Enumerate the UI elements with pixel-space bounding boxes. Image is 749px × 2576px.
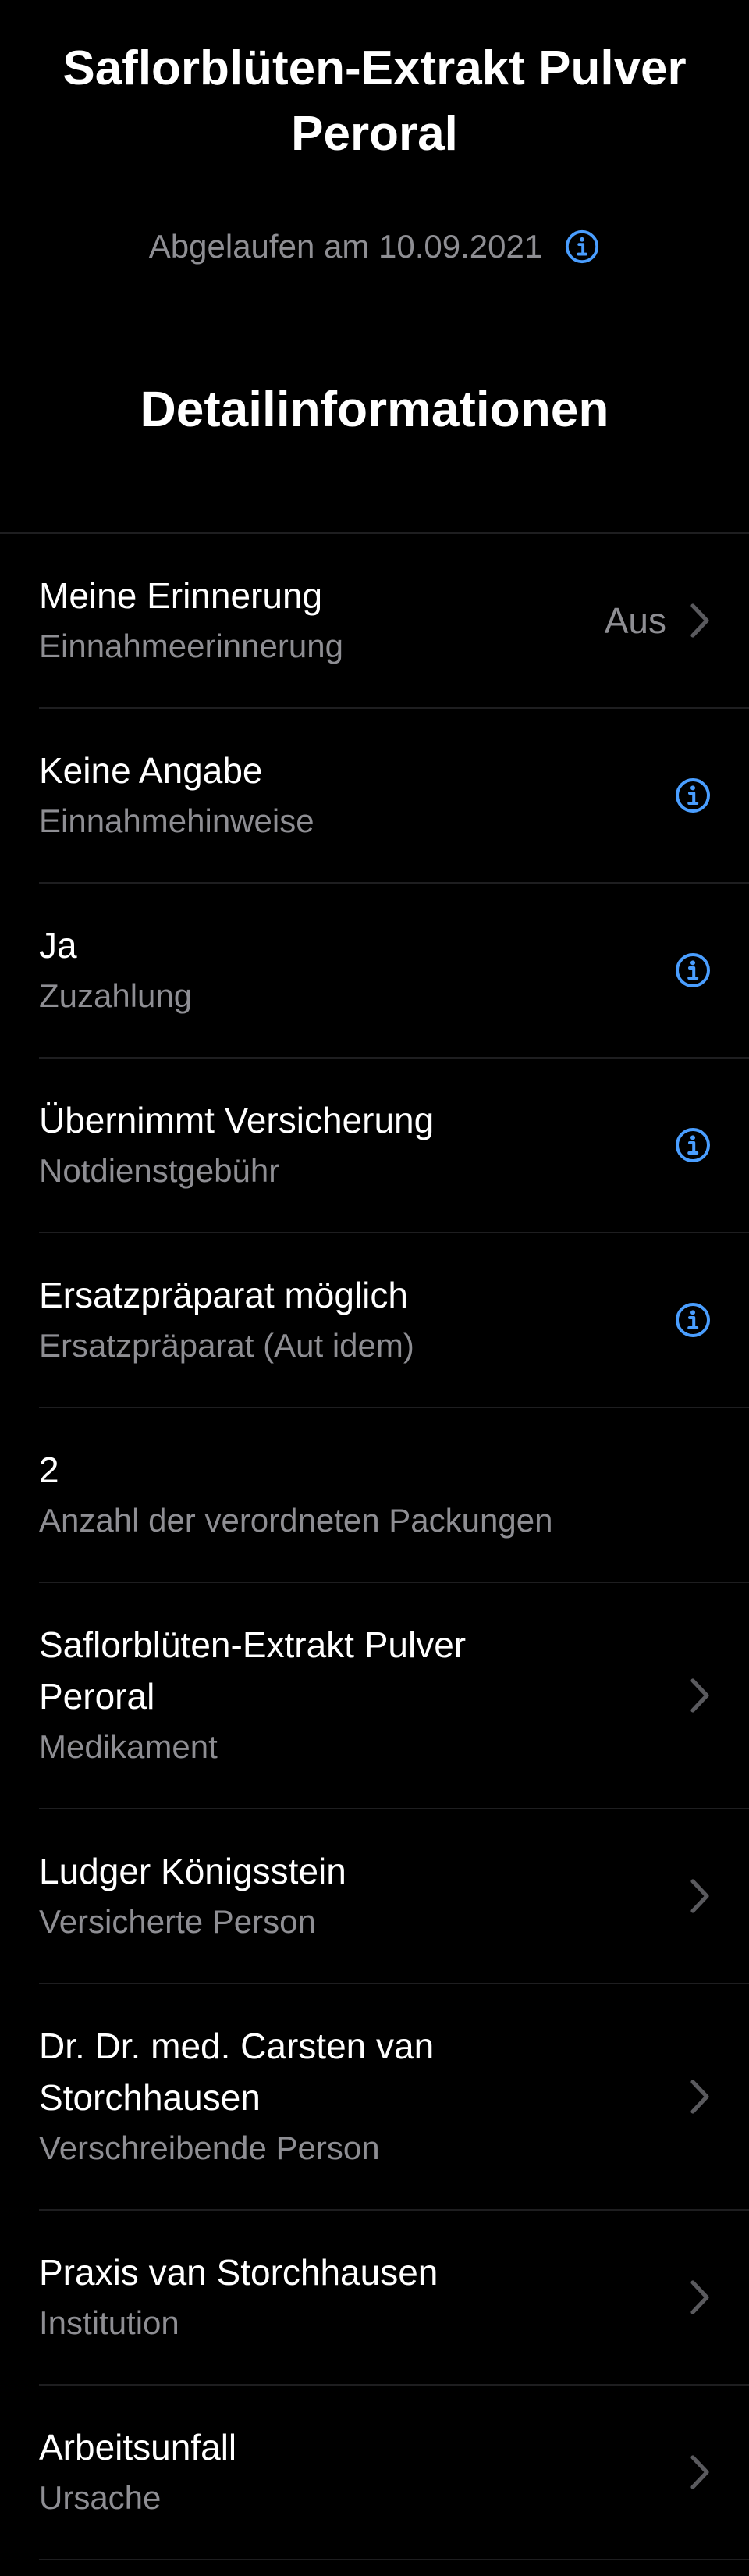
row-value: Ersatzpräparat möglich <box>39 1275 408 1315</box>
chevron-right-icon <box>690 1878 710 1914</box>
row-value: Praxis van Storchhausen <box>39 2252 438 2293</box>
list-item-institution[interactable]: Praxis van Storchhausen Institution <box>39 2211 749 2386</box>
row-label: Ersatzpräparat (Aut idem) <box>39 1327 414 1364</box>
row-value: Arbeitsunfall <box>39 2427 237 2467</box>
section-title: Detailinformationen <box>140 381 609 437</box>
row-value: 2 <box>39 1450 59 1490</box>
chevron-right-icon <box>690 2079 710 2115</box>
page-title: Saflorblüten-Extrakt Pulver Peroral <box>62 41 687 161</box>
row-value: Saflorblüten-Extrakt Pulver Peroral <box>39 1624 467 1717</box>
row-label: Einnahmeerinnerung <box>39 628 343 664</box>
reminder-state: Aus <box>604 600 666 641</box>
list-item-insured-person[interactable]: Ludger Königsstein Versicherte Person <box>39 1809 749 1984</box>
row-value: Ludger Königsstein <box>39 1851 346 1891</box>
info-icon[interactable] <box>674 1301 712 1339</box>
header: Saflorblüten-Extrakt Pulver Peroral Abge… <box>0 0 749 272</box>
chevron-right-icon <box>690 1678 710 1713</box>
row-label: Versicherte Person <box>39 1903 316 1940</box>
list-item-prescriber[interactable]: Dr. Dr. med. Carsten van Storchhausen Ve… <box>39 1984 749 2211</box>
expiry-status: Abgelaufen am 10.09.2021 <box>0 222 749 272</box>
row-value: Übernimmt Versicherung <box>39 1100 435 1140</box>
info-icon[interactable] <box>674 1126 712 1164</box>
chevron-right-icon <box>690 2279 710 2315</box>
list-item-aut-idem: Ersatzpräparat möglich Ersatzpräparat (A… <box>39 1233 749 1408</box>
row-label: Zuzahlung <box>39 977 193 1014</box>
row-label: Ursache <box>39 2479 162 2516</box>
list-item-intake-notes: Keine Angabe Einnahmehinweise <box>39 709 749 884</box>
list-item-cause[interactable]: Arbeitsunfall Ursache <box>39 2386 749 2560</box>
row-label: Anzahl der verordneten Packungen <box>39 1502 553 1539</box>
chevron-right-icon <box>690 2454 710 2490</box>
expiry-status-text: Abgelaufen am 10.09.2021 <box>148 228 543 265</box>
row-value: Dr. Dr. med. Carsten van Storchhausen <box>39 2026 435 2118</box>
row-label: Medikament <box>39 1728 218 1765</box>
row-value: Ja <box>39 925 77 966</box>
info-icon[interactable] <box>674 952 712 989</box>
list-item-medication[interactable]: Saflorblüten-Extrakt Pulver Peroral Medi… <box>39 1583 749 1809</box>
chevron-right-icon <box>690 603 710 639</box>
list-item-reminder[interactable]: Meine Erinnerung Einnahmeerinnerung Aus <box>39 534 749 709</box>
row-label: Notdienstgebühr <box>39 1152 280 1189</box>
list-item-copayment: Ja Zuzahlung <box>39 884 749 1059</box>
row-value: Keine Angabe <box>39 750 263 791</box>
list-item-emergency-fee: Übernimmt Versicherung Notdienstgebühr <box>39 1059 749 1233</box>
list-item-package-count: 2 Anzahl der verordneten Packungen <box>39 1408 749 1583</box>
expiry-info-icon[interactable] <box>564 229 600 265</box>
info-icon[interactable] <box>674 777 712 814</box>
row-value: Meine Erinnerung <box>39 575 323 616</box>
detail-list: Meine Erinnerung Einnahmeerinnerung Aus … <box>0 532 749 2560</box>
row-label: Verschreibende Person <box>39 2129 380 2166</box>
row-label: Institution <box>39 2304 179 2341</box>
row-label: Einnahmehinweise <box>39 802 314 839</box>
